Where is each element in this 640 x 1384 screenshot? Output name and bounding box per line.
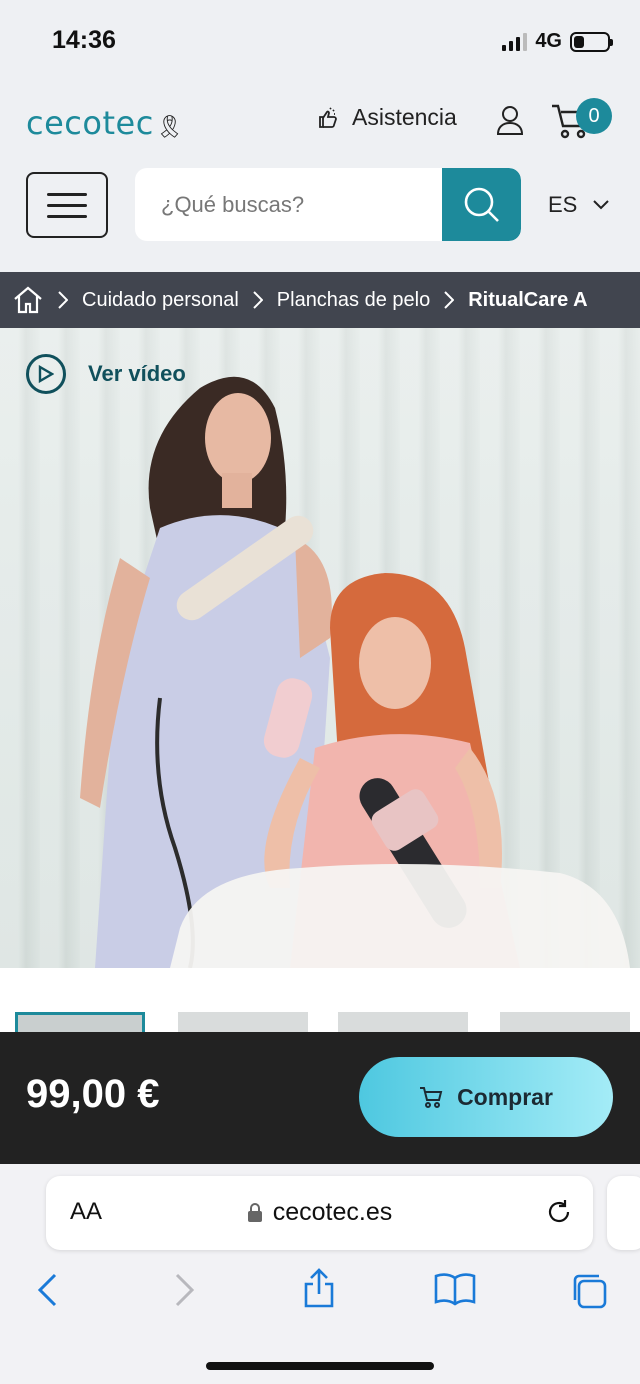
buy-button[interactable]: Comprar bbox=[359, 1057, 613, 1137]
reload-icon bbox=[548, 1200, 570, 1223]
home-icon[interactable] bbox=[12, 285, 44, 315]
browser-chrome: AA cecotec.es bbox=[0, 1164, 640, 1384]
watch-video-label: Ver vídeo bbox=[88, 361, 186, 386]
breadcrumb-current: RitualCare A bbox=[468, 288, 588, 311]
cecotec-logo[interactable]: cecotec🎗 bbox=[26, 104, 184, 142]
search-input[interactable] bbox=[161, 168, 441, 241]
product-photo-illustration bbox=[80, 376, 630, 968]
thumbnail[interactable] bbox=[338, 1012, 468, 1034]
product-hero-image[interactable]: Ver vídeo bbox=[0, 328, 640, 968]
cart-icon bbox=[420, 1087, 443, 1108]
signal-icon bbox=[502, 32, 528, 51]
cart-count-badge: 0 bbox=[576, 98, 612, 134]
play-icon bbox=[26, 354, 66, 394]
lock-icon bbox=[247, 1202, 262, 1222]
browser-toolbar bbox=[0, 1264, 640, 1324]
thumbnail[interactable] bbox=[15, 1012, 145, 1034]
tabs-icon bbox=[573, 1274, 607, 1309]
watch-video-button[interactable]: Ver vídeo bbox=[26, 354, 186, 394]
ribbon-icon: 🎗 bbox=[155, 115, 185, 140]
logo-text: cecotec bbox=[26, 104, 154, 142]
forward-button[interactable] bbox=[174, 1272, 196, 1313]
url-text: cecotec.es bbox=[272, 1198, 393, 1226]
url-display[interactable]: cecotec.es bbox=[46, 1198, 593, 1227]
assistance-label: Asistencia bbox=[352, 104, 457, 130]
book-icon bbox=[434, 1273, 476, 1306]
hand-icon bbox=[319, 106, 337, 128]
status-indicators: 4G bbox=[502, 30, 613, 53]
next-tab-preview[interactable] bbox=[607, 1176, 640, 1250]
thumbnail[interactable] bbox=[500, 1012, 630, 1034]
user-icon bbox=[496, 106, 524, 135]
bookmarks-button[interactable] bbox=[434, 1272, 476, 1311]
status-time: 14:36 bbox=[52, 26, 116, 54]
chevron-right-icon bbox=[444, 291, 455, 309]
sticky-buy-bar: 99,00 € Comprar bbox=[0, 1032, 640, 1164]
product-price: 99,00 € bbox=[26, 1072, 160, 1116]
search-bar bbox=[135, 168, 521, 241]
reload-button[interactable] bbox=[545, 1198, 573, 1231]
tabs-button[interactable] bbox=[570, 1272, 608, 1315]
thumbnail-strip bbox=[0, 968, 640, 1034]
share-button[interactable] bbox=[302, 1268, 336, 1313]
chevron-down-icon bbox=[593, 200, 610, 210]
menu-button[interactable] bbox=[26, 172, 108, 238]
language-label: ES bbox=[548, 192, 578, 217]
search-icon bbox=[464, 187, 499, 222]
chevron-left-icon bbox=[37, 1273, 57, 1307]
breadcrumb-item[interactable]: Cuidado personal bbox=[82, 289, 239, 312]
address-bar[interactable]: AA cecotec.es bbox=[46, 1176, 593, 1250]
status-bar: 14:36 4G bbox=[0, 0, 640, 80]
home-indicator bbox=[206, 1362, 434, 1370]
assistance-link[interactable]: Asistencia bbox=[316, 104, 457, 131]
language-selector[interactable]: ES bbox=[548, 192, 610, 218]
back-button[interactable] bbox=[36, 1272, 58, 1313]
chevron-right-icon bbox=[253, 291, 263, 309]
breadcrumb-item[interactable]: Planchas de pelo bbox=[277, 289, 430, 312]
share-icon bbox=[304, 1268, 334, 1308]
battery-icon bbox=[570, 31, 613, 52]
site-header: cecotec🎗 Asistencia 0 ES bbox=[0, 80, 640, 272]
search-button[interactable] bbox=[442, 168, 521, 241]
account-button[interactable] bbox=[494, 104, 526, 141]
chevron-right-icon bbox=[58, 291, 68, 309]
buy-label: Comprar bbox=[457, 1083, 553, 1110]
breadcrumb: Cuidado personal Planchas de pelo Ritual… bbox=[0, 272, 640, 328]
chevron-right-icon bbox=[175, 1273, 195, 1307]
thumbnail[interactable] bbox=[178, 1012, 308, 1034]
hamburger-icon bbox=[47, 192, 87, 196]
network-label: 4G bbox=[535, 30, 562, 52]
